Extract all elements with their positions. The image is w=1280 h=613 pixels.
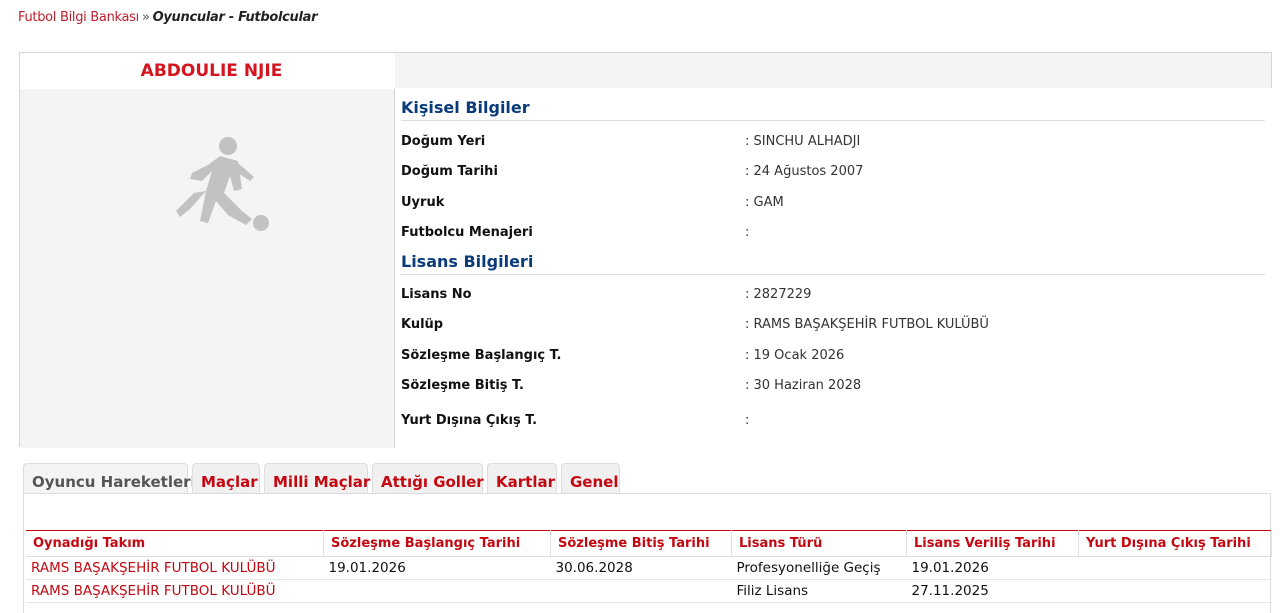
abroad-exit-cell (1078, 556, 1272, 580)
col-team: Oynadığı Takım (26, 530, 324, 557)
license-type-cell: Filiz Lisans (731, 579, 907, 603)
player-name: ABDOULIE NJIE (140, 61, 283, 81)
nationality-value: : GAM (745, 195, 784, 210)
abroad-exit-cell (1078, 579, 1272, 603)
license-date-cell: 27.11.2025 (906, 579, 1079, 603)
col-abroad-exit: Yurt Dışına Çıkış Tarihi (1078, 530, 1272, 557)
table-row: RAMS BAŞAKŞEHİR FUTBOL KULÜBÜ 19.01.2026… (26, 556, 1272, 580)
col-contract-end: Sözleşme Bitiş Tarihi (550, 530, 732, 557)
col-contract-start: Sözleşme Başlangıç Tarihi (323, 530, 551, 557)
col-license-type: Lisans Türü (731, 530, 907, 557)
license-type-cell: Profesyonelliğe Geçiş (731, 556, 907, 580)
breadcrumb-current: Oyuncular - Futbolcular (152, 10, 318, 25)
abroad-exit-label: Yurt Dışına Çıkış T. (401, 413, 538, 428)
contract-start-label: Sözleşme Başlangıç T. (401, 348, 562, 363)
table-header-row: Oynadığı Takım Sözleşme Başlangıç Tarihi… (26, 530, 1272, 557)
agent-value: : (745, 225, 750, 240)
player-info: Kişisel Bilgiler Doğum Yeri : SINCHU ALH… (395, 88, 1273, 447)
nationality-label: Uyruk (401, 195, 445, 210)
contract-end-cell: 30.06.2028 (550, 556, 732, 580)
breadcrumb-home-link[interactable]: Futbol Bilgi Bankası (18, 10, 139, 25)
col-license-date: Lisans Veriliş Tarihi (906, 530, 1079, 557)
birthdate-value: : 24 Ağustos 2007 (745, 164, 864, 179)
club-value: : RAMS BAŞAKŞEHİR FUTBOL KULÜBÜ (745, 317, 989, 332)
tab-national-matches[interactable]: Milli Maçlar (264, 463, 370, 493)
contract-end-cell (550, 579, 732, 603)
player-panel: ABDOULIE NJIE Kişisel Bilgiler Doğum Yer… (19, 52, 1273, 448)
tab-general[interactable]: Genel (561, 463, 620, 493)
birthplace-label: Doğum Yeri (401, 134, 486, 149)
tab-goals[interactable]: Attığı Goller (372, 463, 484, 493)
tab-cards[interactable]: Kartlar (487, 463, 557, 493)
contract-start-cell: 19.01.2026 (323, 556, 551, 580)
breadcrumb: Futbol Bilgi Bankası» Oyuncular - Futbolc… (18, 10, 318, 25)
license-no-label: Lisans No (401, 287, 472, 302)
team-link[interactable]: RAMS BAŞAKŞEHİR FUTBOL KULÜBÜ (26, 579, 324, 603)
contract-end-value: : 30 Haziran 2028 (745, 378, 862, 393)
birthdate-label: Doğum Tarihi (401, 164, 498, 179)
license-info-title: Lisans Bilgileri (401, 252, 1265, 275)
abroad-exit-value: : (745, 413, 750, 428)
license-date-cell: 19.01.2026 (906, 556, 1079, 580)
movements-panel: Oynadığı Takım Sözleşme Başlangıç Tarihi… (23, 493, 1272, 613)
tab-matches[interactable]: Maçlar (192, 463, 260, 493)
breadcrumb-separator: » (141, 10, 150, 25)
tab-player-movements[interactable]: Oyuncu Hareketleri (23, 463, 196, 493)
club-label: Kulüp (401, 317, 444, 332)
personal-info-title: Kişisel Bilgiler (401, 98, 1265, 121)
player-silhouette-icon (176, 137, 269, 231)
movements-table: Oynadığı Takım Sözleşme Başlangıç Tarihi… (26, 530, 1272, 603)
player-photo-box: ABDOULIE NJIE (20, 53, 395, 448)
license-no-value: : 2827229 (745, 287, 812, 302)
contract-start-value: : 19 Ocak 2026 (745, 348, 845, 363)
contract-start-cell (323, 579, 551, 603)
contract-end-label: Sözleşme Bitiş T. (401, 378, 524, 393)
team-link[interactable]: RAMS BAŞAKŞEHİR FUTBOL KULÜBÜ (26, 556, 324, 580)
table-row: RAMS BAŞAKŞEHİR FUTBOL KULÜBÜ Filiz Lisa… (26, 579, 1272, 603)
agent-label: Futbolcu Menajeri (401, 225, 533, 240)
birthplace-value: : SINCHU ALHADJI (745, 134, 861, 149)
